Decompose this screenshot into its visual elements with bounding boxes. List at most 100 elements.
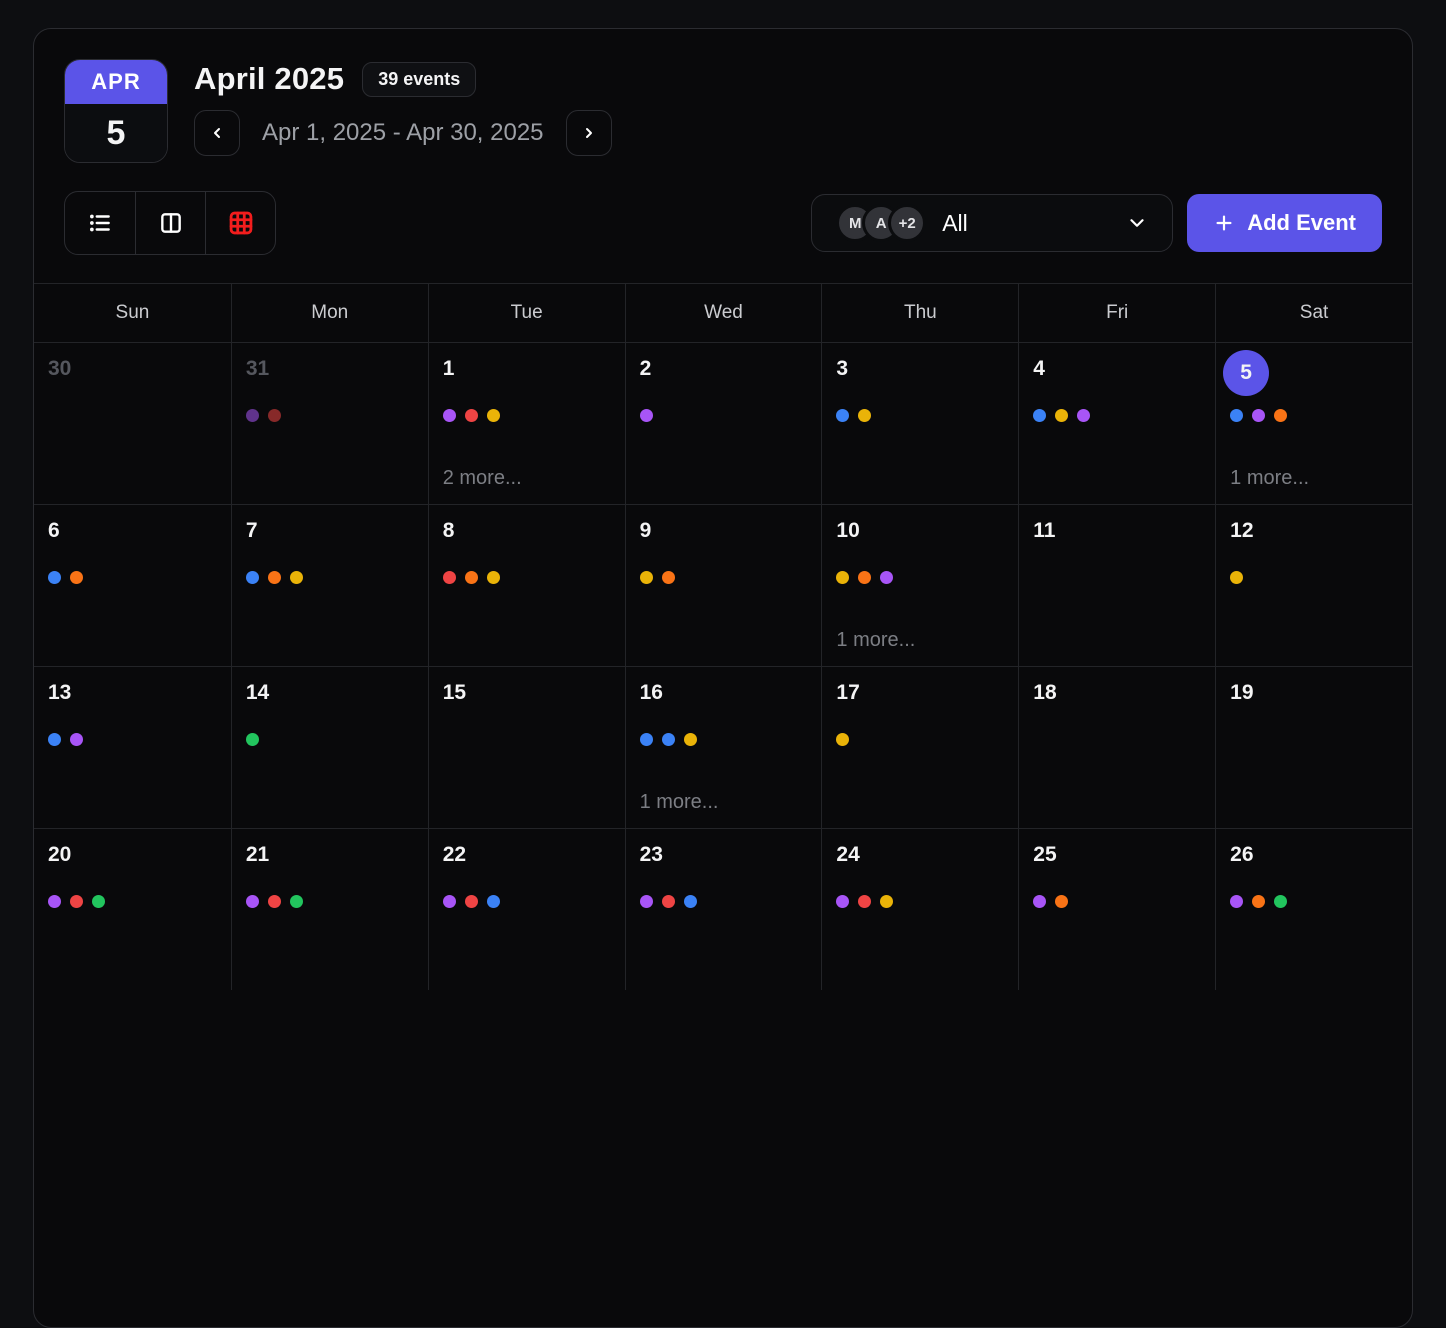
page-title: April 2025 [194,61,344,97]
event-dot-green [246,733,259,746]
event-dot-purple [246,895,259,908]
view-switcher [64,191,276,255]
day-cell[interactable]: 11 [1018,504,1215,666]
day-cell[interactable]: 9 [625,504,822,666]
day-cell[interactable]: 13 [34,666,231,828]
day-cell[interactable]: 21 [231,828,428,990]
day-number: 3 [836,357,848,381]
event-dot-purple [640,895,653,908]
day-of-week-header: Tue [428,284,625,342]
event-dot-yellow [487,571,500,584]
day-cell[interactable]: 2 [625,342,822,504]
event-dot-yellow [836,571,849,584]
event-dot-orange [662,571,675,584]
day-cell[interactable]: 20 [34,828,231,990]
event-dots [640,895,822,908]
event-dot-red [443,571,456,584]
day-cell[interactable]: 161 more... [625,666,822,828]
event-dot-yellow [836,733,849,746]
day-number: 1 [443,357,455,381]
more-events-link[interactable]: 1 more... [836,629,915,652]
day-cell[interactable]: 8 [428,504,625,666]
prev-period-button[interactable] [194,110,240,156]
day-cell[interactable]: 17 [821,666,1018,828]
day-cell[interactable]: 18 [1018,666,1215,828]
day-number: 6 [48,519,60,543]
columns-view-button[interactable] [135,192,205,254]
event-dot-purple [1252,409,1265,422]
today-indicator: 5 [1223,350,1269,396]
avatar: +2 [888,204,926,242]
event-dots [1033,409,1215,422]
calendar-grid: SunMonTueWedThuFriSat303112 more...23451… [34,283,1412,990]
event-dot-blue [1033,409,1046,422]
plus-icon [1213,212,1235,234]
more-events-link[interactable]: 1 more... [640,791,719,814]
grid-icon [227,209,255,237]
day-number: 5 [1240,361,1252,385]
day-cell[interactable]: 26 [1215,828,1412,990]
event-dots [640,733,822,746]
day-cell[interactable]: 7 [231,504,428,666]
day-cell[interactable]: 31 [231,342,428,504]
event-dot-red [465,409,478,422]
day-number: 7 [246,519,258,543]
event-dot-purple [836,895,849,908]
day-cell[interactable]: 30 [34,342,231,504]
event-dot-yellow [684,733,697,746]
event-dots [836,571,1018,584]
day-cell[interactable]: 23 [625,828,822,990]
event-dot-green [92,895,105,908]
day-cell[interactable]: 4 [1018,342,1215,504]
event-dot-yellow [1230,571,1243,584]
chevron-left-icon [209,125,225,141]
event-dot-blue [640,733,653,746]
event-dot-red [268,895,281,908]
member-filter-select[interactable]: MA+2 All [811,194,1173,252]
event-dots [1230,895,1412,908]
day-cell[interactable]: 12 [1215,504,1412,666]
more-events-link[interactable]: 2 more... [443,467,522,490]
event-dot-blue [684,895,697,908]
day-cell[interactable]: 14 [231,666,428,828]
day-cell[interactable]: 101 more... [821,504,1018,666]
day-cell[interactable]: 1 2 more... [428,342,625,504]
add-event-button[interactable]: Add Event [1187,194,1382,252]
day-cell[interactable]: 5 1 more... [1215,342,1412,504]
event-dot-yellow [640,571,653,584]
event-dot-red [858,895,871,908]
more-events-link[interactable]: 1 more... [1230,467,1309,490]
event-dot-blue [836,409,849,422]
event-dots [836,409,1018,422]
event-dot-purple [443,895,456,908]
next-period-button[interactable] [566,110,612,156]
chevron-right-icon [581,125,597,141]
grid-view-button[interactable] [205,192,275,254]
calendar-card: APR 5 April 2025 39 events Apr 1, 2025 -… [33,28,1413,1328]
day-cell[interactable]: 22 [428,828,625,990]
day-cell[interactable]: 6 [34,504,231,666]
day-number: 23 [640,843,663,867]
day-cell[interactable]: 15 [428,666,625,828]
day-cell[interactable]: 24 [821,828,1018,990]
event-dot-blue [1230,409,1243,422]
day-of-week-header: Wed [625,284,822,342]
event-dot-orange [70,571,83,584]
event-dots [640,571,822,584]
day-cell[interactable]: 19 [1215,666,1412,828]
day-cell[interactable]: 25 [1018,828,1215,990]
event-dot-purple [443,409,456,422]
event-dot-red [70,895,83,908]
chevron-down-icon [1126,212,1148,234]
list-view-button[interactable] [65,192,135,254]
day-number: 18 [1033,681,1056,705]
filter-selected-value: All [942,210,968,237]
event-dot-red [662,895,675,908]
date-range-label: Apr 1, 2025 - Apr 30, 2025 [262,119,544,147]
events-count-badge: 39 events [362,62,476,97]
day-number: 22 [443,843,466,867]
avatar-group: MA+2 [836,204,926,242]
event-dot-red [268,409,281,422]
day-cell[interactable]: 3 [821,342,1018,504]
day-of-week-header: Sat [1215,284,1412,342]
